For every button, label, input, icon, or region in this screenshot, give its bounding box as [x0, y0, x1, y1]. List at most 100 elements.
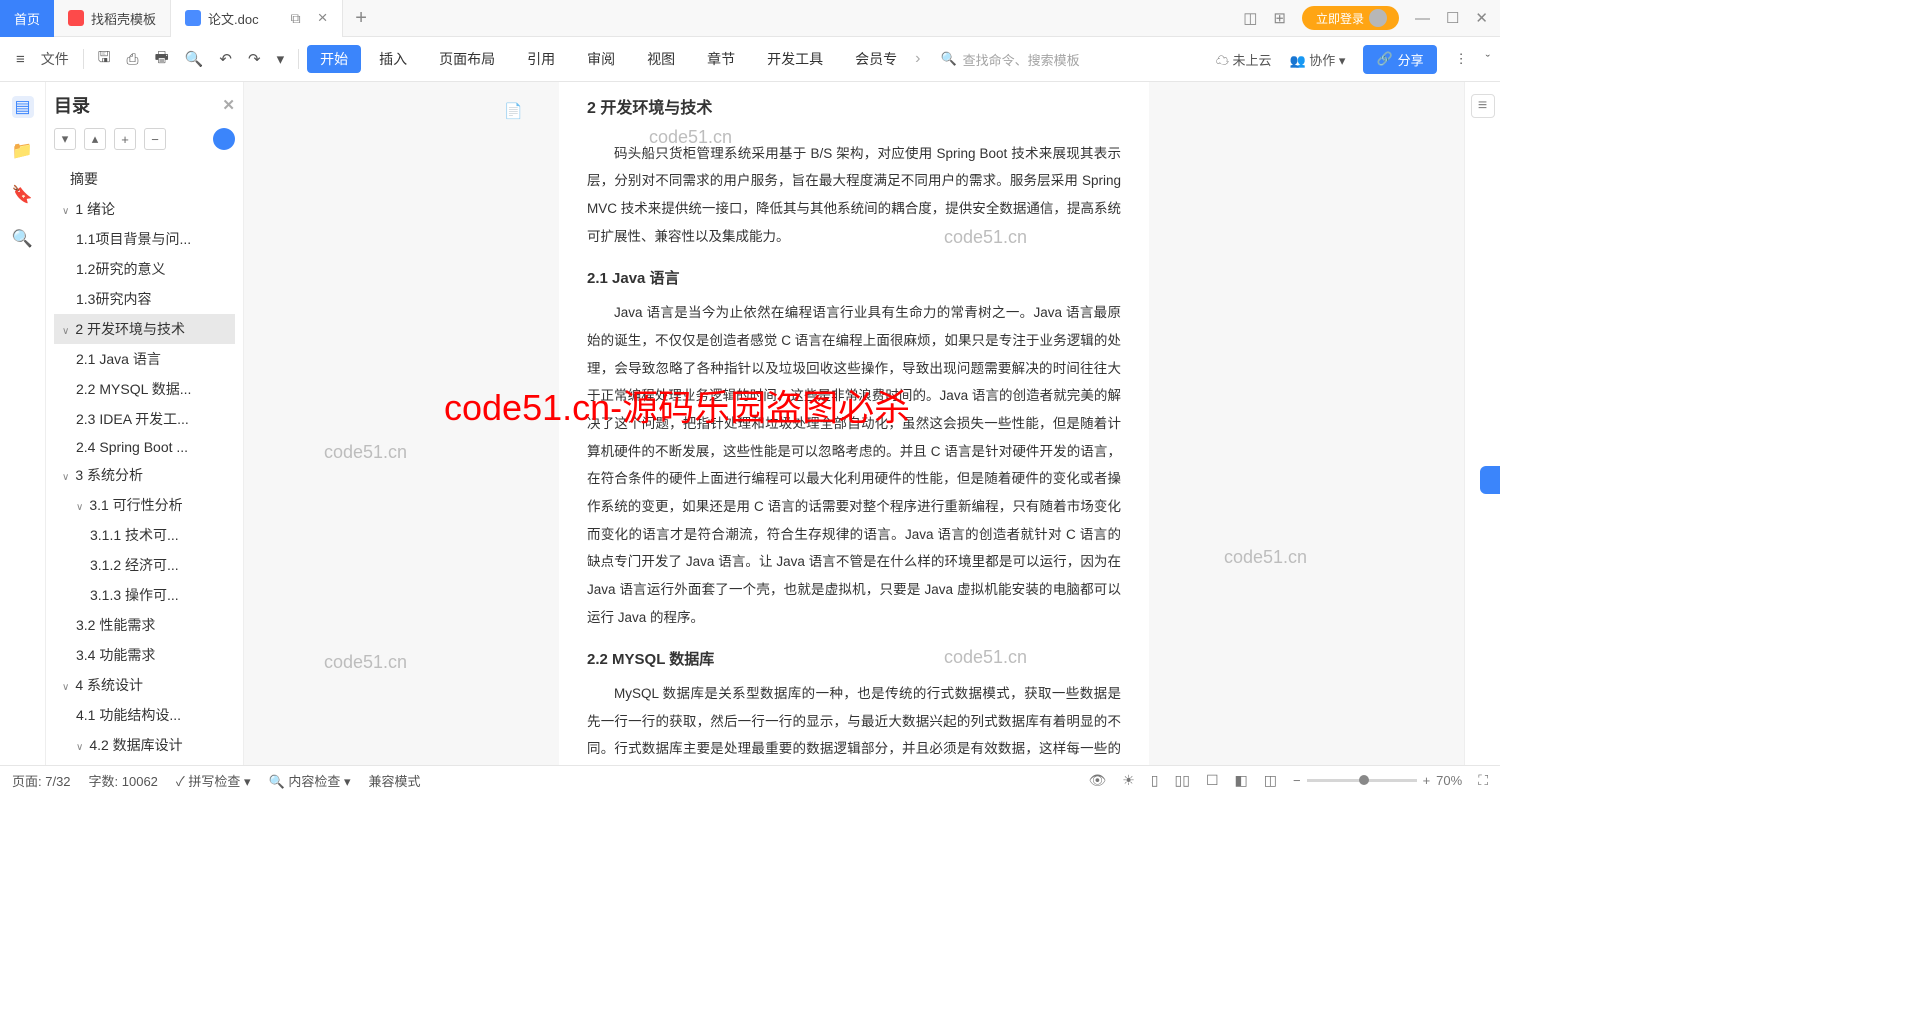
menu-start[interactable]: 开始	[307, 45, 361, 73]
toc-item[interactable]: 3.4 功能需求	[54, 640, 235, 670]
collapse-right-icon[interactable]: ≡	[1471, 94, 1495, 118]
restore-icon[interactable]: ⧉	[291, 10, 301, 27]
menu-layout[interactable]: 页面布局	[425, 49, 509, 69]
preview-icon[interactable]: 🔍	[179, 50, 210, 68]
toc-item[interactable]: 3.1.1 技术可...	[54, 520, 235, 550]
fullscreen-icon[interactable]: ⛶	[1478, 772, 1488, 789]
toc-tree: 摘要∨1 绪论1.1项目背景与问...1.2研究的意义1.3研究内容∨2 开发环…	[54, 164, 235, 765]
redo-icon[interactable]: ↷	[242, 50, 267, 68]
search-box[interactable]: 🔍查找命令、搜索模板	[940, 50, 1079, 69]
toc-item[interactable]: 2.1 Java 语言	[54, 344, 235, 374]
toc-item[interactable]: ∨2 开发环境与技术	[54, 314, 235, 344]
chevron-icon[interactable]: ˇ	[1486, 52, 1490, 67]
toc-item[interactable]: 2.2 MYSQL 数据...	[54, 374, 235, 404]
zoom-control[interactable]: − + 70%	[1293, 773, 1462, 788]
collapse-all-icon[interactable]: ▾	[54, 128, 76, 150]
tab-home[interactable]: 首页	[0, 0, 54, 37]
toc-item[interactable]: ∨1 绪论	[54, 194, 235, 224]
zoom-in-icon[interactable]: +	[1423, 773, 1431, 788]
menu-vip[interactable]: 会员专	[841, 49, 911, 69]
paragraph: MySQL 数据库是关系型数据库的一种，也是传统的行式数据模式，获取一些数据是先…	[587, 680, 1121, 765]
word-count[interactable]: 字数: 10062	[89, 771, 158, 790]
file-menu[interactable]: 文件	[35, 49, 75, 69]
maximize-icon[interactable]: ☐	[1446, 9, 1459, 27]
side-flag[interactable]	[1480, 466, 1500, 494]
document-area: 📄 code51.cn code51.cn code51.cn code51.c…	[244, 82, 1464, 765]
export-icon[interactable]: ⎙	[121, 51, 145, 68]
toc-item[interactable]: ∨3 系统分析	[54, 460, 235, 490]
right-sidebar: ≡	[1464, 82, 1500, 765]
content-check[interactable]: 🔍 内容检查 ▾	[269, 771, 351, 790]
outline-title: 目录	[54, 92, 90, 118]
tab-doc[interactable]: 论文.doc ⧉ ×	[171, 0, 343, 37]
collab-button[interactable]: 👥 协作 ▾	[1289, 50, 1345, 69]
menu-chapter[interactable]: 章节	[693, 49, 749, 69]
save-icon[interactable]: 🖫	[92, 47, 117, 72]
remove-icon[interactable]: −	[144, 128, 166, 150]
bookmark-icon[interactable]: 🔖	[12, 184, 34, 206]
view-icon[interactable]: 👁	[1088, 772, 1106, 789]
layout-view-icon[interactable]: ◧	[1235, 772, 1248, 789]
folder-icon[interactable]: 📁	[12, 140, 34, 162]
undo-icon[interactable]: ↶	[213, 50, 238, 68]
page-view-icon[interactable]: ▯	[1151, 772, 1159, 789]
cloud-status[interactable]: ☁ 未上云	[1216, 50, 1272, 69]
book-view-icon[interactable]: ▯▯	[1175, 772, 1190, 789]
spell-check[interactable]: ✓ 拼写检查 ▾	[176, 771, 251, 790]
page-marker-icon: 📄	[504, 102, 523, 120]
add-icon[interactable]: +	[114, 128, 136, 150]
compat-mode[interactable]: 兼容模式	[369, 771, 421, 790]
dropdown-icon[interactable]: ▾	[271, 50, 291, 68]
print-icon[interactable]: 🖶	[149, 47, 175, 72]
page-indicator[interactable]: 页面: 7/32	[12, 771, 71, 790]
toc-item[interactable]: 1.1项目背景与问...	[54, 224, 235, 254]
toc-item[interactable]: 4.1 功能结构设...	[54, 700, 235, 730]
close-window-icon[interactable]: ✕	[1475, 9, 1488, 27]
menu-view[interactable]: 视图	[633, 49, 689, 69]
menu-review[interactable]: 审阅	[573, 49, 629, 69]
layout-icon[interactable]: ◫	[1243, 9, 1257, 27]
toc-item[interactable]: 1.2研究的意义	[54, 254, 235, 284]
toc-item[interactable]: 3.1.2 经济可...	[54, 550, 235, 580]
share-button[interactable]: 🔗 分享	[1363, 45, 1436, 74]
close-outline-icon[interactable]: ✕	[222, 96, 235, 114]
toc-item[interactable]: ∨3.1 可行性分析	[54, 490, 235, 520]
menu-ref[interactable]: 引用	[513, 49, 569, 69]
zoom-slider[interactable]	[1307, 779, 1417, 782]
expand-all-icon[interactable]: ▴	[84, 128, 106, 150]
minimize-icon[interactable]: —	[1415, 10, 1430, 27]
menu-insert[interactable]: 插入	[365, 49, 421, 69]
sync-icon[interactable]	[213, 128, 235, 150]
login-button[interactable]: 立即登录	[1302, 6, 1399, 30]
tab-template[interactable]: 找稻壳模板	[54, 0, 171, 37]
title-bar: 首页 找稻壳模板 论文.doc ⧉ × + ◫ ⊞ 立即登录 — ☐ ✕	[0, 0, 1500, 37]
menu-icon[interactable]: ≡	[10, 51, 31, 68]
fit-icon[interactable]: ◫	[1264, 772, 1277, 789]
zoom-out-icon[interactable]: −	[1293, 773, 1301, 788]
outline-panel: 目录 ✕ ▾ ▴ + − 摘要∨1 绪论1.1项目背景与问...1.2研究的意义1…	[46, 82, 244, 765]
toc-item[interactable]: ∨4 系统设计	[54, 670, 235, 700]
toc-item[interactable]: 2.4 Spring Boot ...	[54, 434, 235, 460]
tab-icon	[68, 10, 84, 26]
close-icon[interactable]: ×	[318, 8, 328, 28]
toc-item[interactable]: 摘要	[54, 164, 235, 194]
toc-item[interactable]: ∨4.2 数据库设计	[54, 730, 235, 760]
paragraph: Java 语言是当今为止依然在编程语言行业具有生命力的常青树之一。Java 语言…	[587, 299, 1121, 631]
new-tab-button[interactable]: +	[343, 7, 380, 30]
toc-item[interactable]: 4.2.1 主要实...	[54, 760, 235, 765]
toc-item[interactable]: 3.2 性能需求	[54, 610, 235, 640]
menu-devtools[interactable]: 开发工具	[753, 49, 837, 69]
web-view-icon[interactable]: ☐	[1206, 772, 1219, 789]
toc-item[interactable]: 3.1.3 操作可...	[54, 580, 235, 610]
toc-item[interactable]: 2.3 IDEA 开发工...	[54, 404, 235, 434]
sun-icon[interactable]: ☀	[1122, 772, 1135, 789]
grid-icon[interactable]: ⊞	[1273, 9, 1286, 27]
outline-tab-icon[interactable]: ▤	[12, 96, 34, 118]
zoom-value: 70%	[1436, 773, 1462, 788]
search-panel-icon[interactable]: 🔍	[12, 228, 34, 250]
tab-label: 论文.doc	[208, 9, 259, 28]
watermark: code51.cn	[944, 227, 1027, 248]
more-icon[interactable]: ⋮	[1455, 51, 1468, 67]
toc-item[interactable]: 1.3研究内容	[54, 284, 235, 314]
avatar	[1369, 9, 1387, 27]
